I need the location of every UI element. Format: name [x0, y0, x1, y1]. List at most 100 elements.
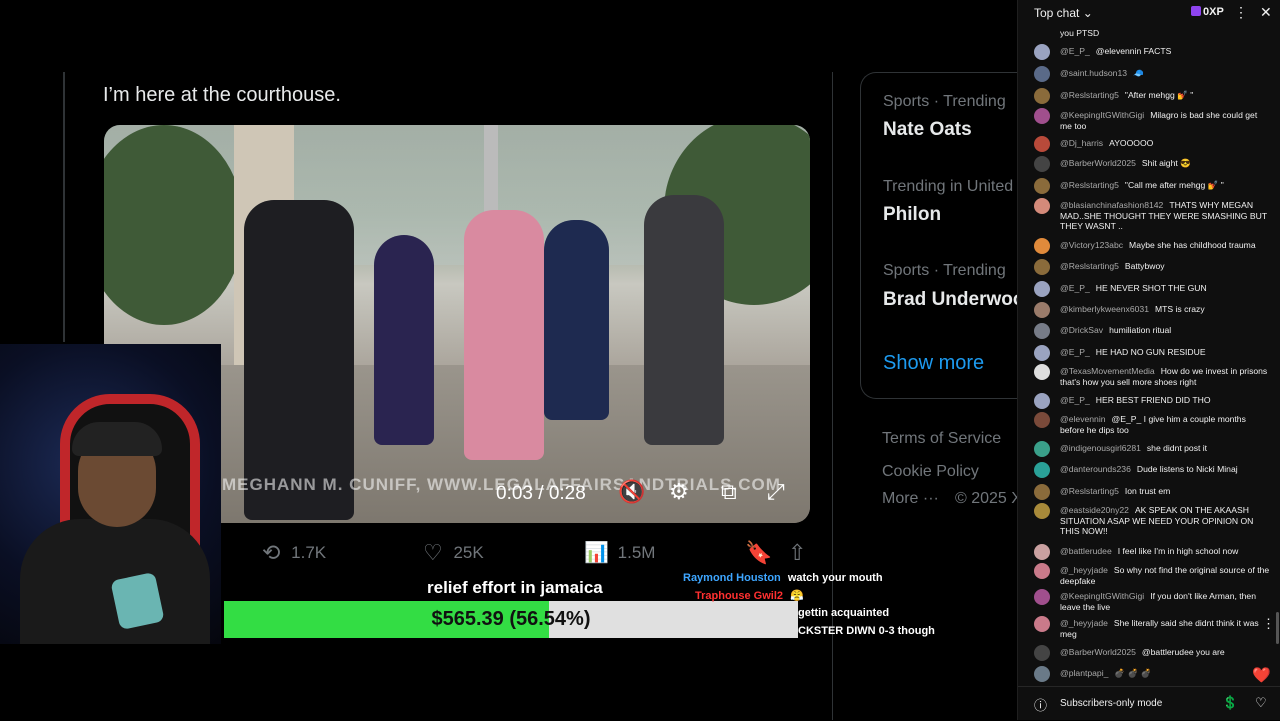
chat-header: Top chat ⌄ 0XP ⋮ ✕ — [1018, 0, 1280, 26]
overlay-chat-text: 😤 — [790, 590, 804, 602]
trend-name[interactable]: Philon — [883, 204, 941, 226]
chat-message-body: @_heyyjade She literally said she didnt t… — [1060, 618, 1270, 639]
avatar[interactable] — [1034, 393, 1050, 409]
chat-username[interactable]: @battlerudee — [1060, 546, 1112, 556]
retweet-button[interactable]: ⟲ 1.7K — [262, 540, 326, 568]
chat-text: I feel like I'm in high school now — [1117, 546, 1239, 556]
reaction-heart-icon: ❤️ — [1252, 667, 1271, 684]
chat-username[interactable]: @saint.hudson13 — [1060, 68, 1127, 78]
like-count: 25K — [453, 543, 484, 562]
avatar[interactable] — [1034, 666, 1050, 682]
info-icon[interactable]: ⓘ — [1034, 695, 1047, 714]
avatar[interactable] — [1034, 544, 1050, 560]
settings-icon[interactable]: ⚙ — [669, 479, 689, 505]
avatar[interactable] — [1034, 412, 1050, 428]
chat-username[interactable]: @Reslstarting5 — [1060, 180, 1119, 190]
trend-name[interactable]: Nate Oats — [883, 119, 972, 141]
chat-text: MTS is crazy — [1154, 304, 1205, 314]
share-icon[interactable]: ⇧ — [788, 540, 806, 568]
xp-badge[interactable]: 0XP — [1191, 6, 1224, 18]
chat-username[interactable]: @DrickSav — [1060, 325, 1103, 335]
avatar[interactable] — [1034, 345, 1050, 361]
avatar[interactable] — [1034, 616, 1050, 632]
chat-username[interactable]: @Reslstarting5 — [1060, 261, 1119, 271]
truncated-message: you PTSD — [1060, 28, 1100, 38]
avatar[interactable] — [1034, 198, 1050, 214]
avatar[interactable] — [1034, 503, 1050, 519]
chat-username[interactable]: @elevennin — [1060, 414, 1106, 424]
chat-username[interactable]: @plantpapi_ — [1060, 668, 1108, 678]
chat-username[interactable]: @eastside20ny22 — [1060, 505, 1129, 515]
bookmark-icon[interactable]: 🔖 — [745, 540, 772, 568]
avatar[interactable] — [1034, 589, 1050, 605]
avatar[interactable] — [1034, 281, 1050, 297]
avatar[interactable] — [1034, 462, 1050, 478]
cookie-link[interactable]: Cookie Policy — [882, 463, 979, 481]
chat-username[interactable]: @_heyyjade — [1060, 565, 1108, 575]
chat-username[interactable]: @E_P_ — [1060, 283, 1090, 293]
trend-name[interactable]: Brad Underwood — [883, 289, 1017, 311]
chat-scrollbar[interactable] — [1276, 612, 1279, 644]
chat-username[interactable]: @Dj_harris — [1060, 138, 1103, 148]
avatar[interactable] — [1034, 645, 1050, 661]
tweet-text: I’m here at the courthouse. — [103, 84, 341, 106]
trend-category: Sports · Trending — [883, 93, 1006, 110]
avatar[interactable] — [1034, 563, 1050, 579]
views-button[interactable]: 📊 1.5M — [584, 540, 655, 568]
avatar[interactable] — [1034, 364, 1050, 380]
subscribers-only-text: Subscribers-only mode — [1060, 698, 1163, 709]
chat-username[interactable]: @E_P_ — [1060, 46, 1090, 56]
avatar[interactable] — [1034, 66, 1050, 82]
avatar[interactable] — [1034, 156, 1050, 172]
avatar[interactable] — [1034, 441, 1050, 457]
views-icon: 📊 — [584, 542, 609, 564]
chat-username[interactable]: @_heyyjade — [1060, 618, 1108, 628]
more-options-icon[interactable]: ⋮ — [1234, 4, 1248, 21]
avatar[interactable] — [1034, 259, 1050, 275]
avatar[interactable] — [1034, 44, 1050, 60]
copyright-text: © 2025 X — [955, 490, 1017, 507]
overlay-chat-text: watch your mouth — [787, 572, 883, 584]
chat-username[interactable]: @Reslstarting5 — [1060, 90, 1119, 100]
avatar[interactable] — [1034, 484, 1050, 500]
chat-username[interactable]: @E_P_ — [1060, 347, 1090, 357]
chat-username[interactable]: @Reslstarting5 — [1060, 486, 1119, 496]
more-link[interactable]: More ··· — [882, 490, 939, 508]
chat-username[interactable]: @blasianchinafashion8142 — [1060, 200, 1163, 210]
fullscreen-icon[interactable]: ⤢ — [767, 479, 785, 505]
chat-mode-dropdown[interactable]: Top chat ⌄ — [1034, 6, 1093, 20]
avatar[interactable] — [1034, 178, 1050, 194]
avatar[interactable] — [1034, 136, 1050, 152]
chat-username[interactable]: @Victory123abc — [1060, 240, 1123, 250]
chat-text: @elevennin FACTS — [1095, 46, 1172, 56]
chat-username[interactable]: @BarberWorld2025 — [1060, 158, 1136, 168]
terms-link[interactable]: Terms of Service — [882, 430, 1001, 448]
message-options-icon[interactable]: ⋮ — [1262, 616, 1275, 632]
chat-username[interactable]: @KeepingItGWithGigi — [1060, 591, 1144, 601]
chat-username[interactable]: @BarberWorld2025 — [1060, 647, 1136, 657]
chat-text: "Call me after mehgg 💅 " — [1124, 180, 1224, 190]
chat-text: humiliation ritual — [1109, 325, 1172, 335]
close-icon[interactable]: ✕ — [1260, 4, 1272, 21]
avatar[interactable] — [1034, 108, 1050, 124]
live-chat-panel: Top chat ⌄ 0XP ⋮ ✕ you PTSD @E_P_ @eleven… — [1017, 0, 1280, 720]
chat-username[interactable]: @indigenousgirl6281 — [1060, 443, 1141, 453]
super-chat-icon[interactable]: 💲 — [1222, 695, 1238, 711]
like-button[interactable]: ♡ 25K — [423, 540, 484, 568]
avatar[interactable] — [1034, 302, 1050, 318]
chat-username[interactable]: @TexasMovementMedia — [1060, 366, 1155, 376]
chat-message-body: @E_P_ HE NEVER SHOT THE GUN — [1060, 283, 1270, 294]
retweet-icon: ⟲ — [262, 540, 281, 565]
chat-username[interactable]: @danterounds236 — [1060, 464, 1131, 474]
avatar[interactable] — [1034, 323, 1050, 339]
chat-username[interactable]: @kimberlykweenx6031 — [1060, 304, 1149, 314]
show-more-link[interactable]: Show more — [883, 352, 984, 375]
heart-icon[interactable]: ♡ — [1255, 695, 1267, 711]
pip-icon[interactable]: ⧉ — [721, 479, 737, 505]
chat-username[interactable]: @E_P_ — [1060, 395, 1090, 405]
avatar[interactable] — [1034, 88, 1050, 104]
avatar[interactable] — [1034, 238, 1050, 254]
chat-username[interactable]: @KeepingItGWithGigi — [1060, 110, 1144, 120]
mute-icon[interactable]: 🔇 — [618, 479, 645, 505]
stream-capture: I’m here at the courthouse. MEGHANN M. C… — [0, 0, 1017, 720]
